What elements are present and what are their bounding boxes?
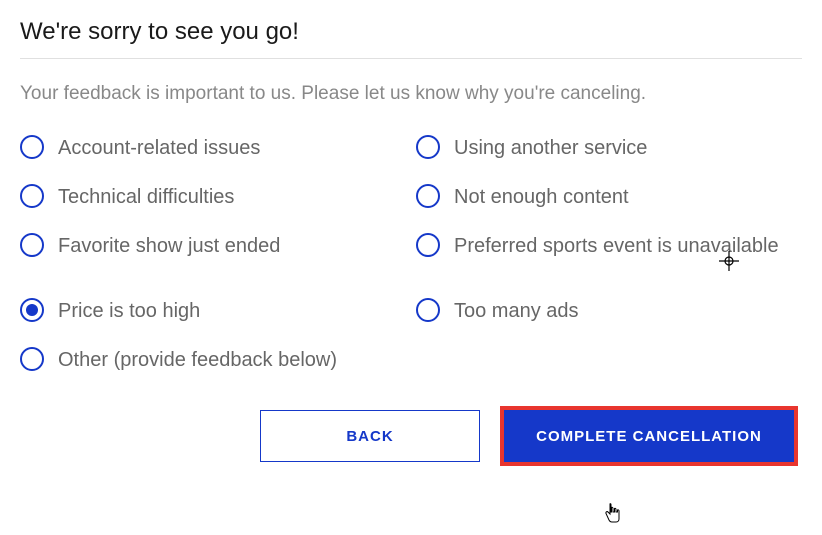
feedback-prompt: Your feedback is important to us. Please… bbox=[20, 83, 802, 105]
cancel-reason-options: Account-related issues Using another ser… bbox=[20, 133, 802, 374]
complete-cancellation-button[interactable]: COMPLETE CANCELLATION bbox=[504, 410, 794, 462]
option-another-service[interactable]: Using another service bbox=[416, 133, 802, 162]
option-label: Technical difficulties bbox=[58, 182, 234, 211]
option-price-high[interactable]: Price is too high bbox=[20, 296, 406, 325]
radio-icon bbox=[20, 347, 44, 371]
radio-icon-selected bbox=[20, 298, 44, 322]
option-account-issues[interactable]: Account-related issues bbox=[20, 133, 406, 162]
option-label: Not enough content bbox=[454, 182, 629, 211]
option-too-many-ads[interactable]: Too many ads bbox=[416, 296, 802, 325]
option-label: Account-related issues bbox=[58, 133, 260, 162]
cursor-pointer-icon bbox=[604, 502, 622, 524]
action-buttons: BACK COMPLETE CANCELLATION bbox=[20, 410, 802, 462]
radio-icon bbox=[416, 135, 440, 159]
option-sports-unavailable[interactable]: Preferred sports event is unavailable bbox=[416, 231, 802, 260]
radio-icon bbox=[416, 298, 440, 322]
back-button[interactable]: BACK bbox=[260, 410, 480, 462]
option-label: Preferred sports event is unavailable bbox=[454, 231, 779, 260]
option-favorite-ended[interactable]: Favorite show just ended bbox=[20, 231, 406, 260]
option-label: Using another service bbox=[454, 133, 647, 162]
page-title: We're sorry to see you go! bbox=[20, 18, 802, 59]
radio-icon bbox=[416, 184, 440, 208]
option-label: Too many ads bbox=[454, 296, 579, 325]
radio-icon bbox=[416, 233, 440, 257]
radio-icon bbox=[20, 135, 44, 159]
radio-icon bbox=[20, 233, 44, 257]
option-technical[interactable]: Technical difficulties bbox=[20, 182, 406, 211]
radio-icon bbox=[20, 184, 44, 208]
option-other[interactable]: Other (provide feedback below) bbox=[20, 345, 802, 374]
option-label: Price is too high bbox=[58, 296, 200, 325]
option-not-enough-content[interactable]: Not enough content bbox=[416, 182, 802, 211]
option-label: Favorite show just ended bbox=[58, 231, 280, 260]
option-label: Other (provide feedback below) bbox=[58, 345, 337, 374]
